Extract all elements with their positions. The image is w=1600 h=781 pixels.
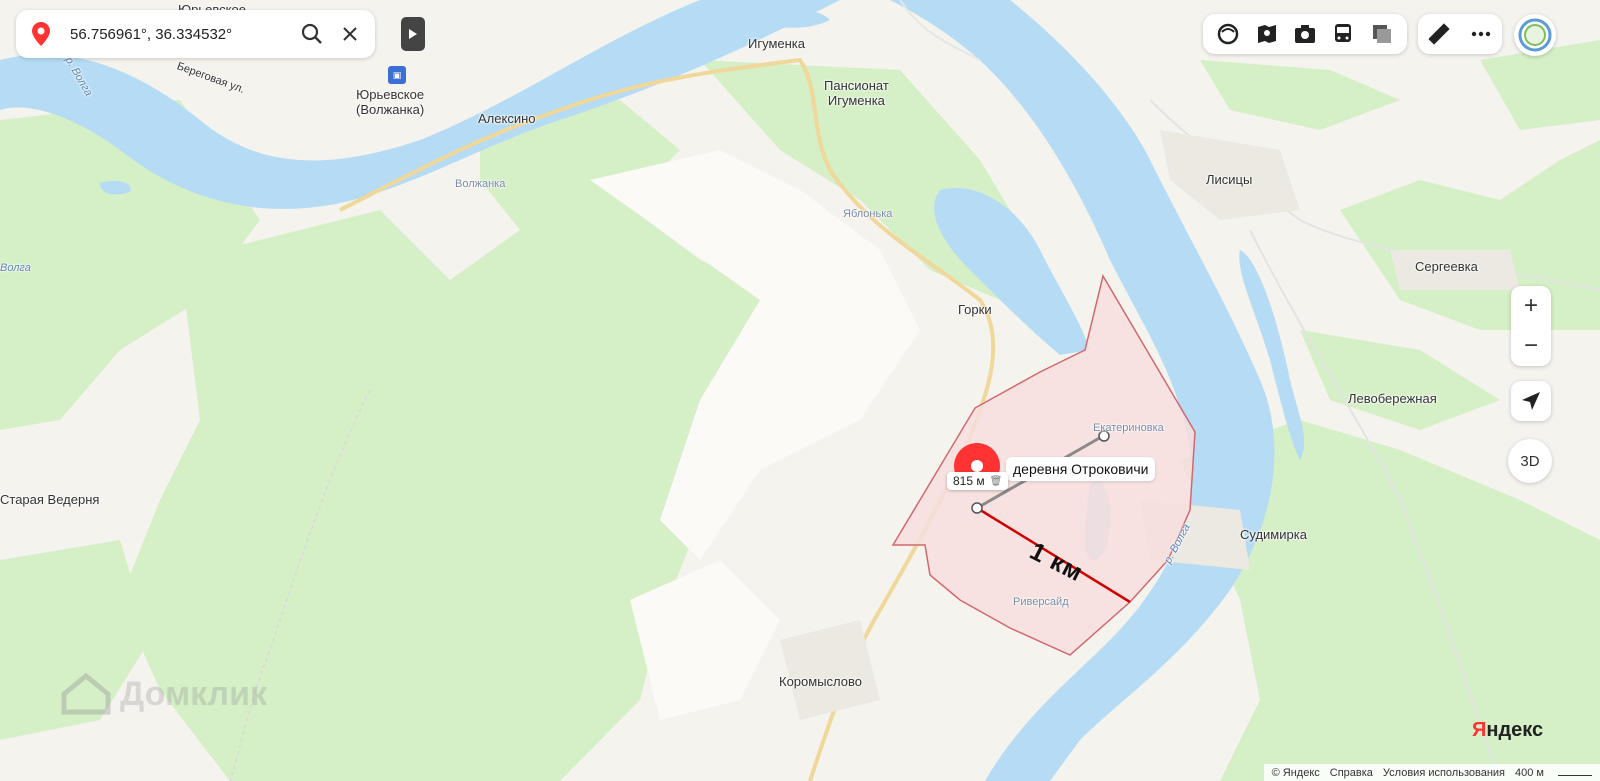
map-tools-toolbar xyxy=(1418,14,1502,54)
locate-me-button[interactable] xyxy=(1511,381,1551,421)
scale-indicator: 400 м xyxy=(1515,766,1544,779)
locate-arrow-icon xyxy=(1522,392,1540,410)
coordinates-input[interactable]: 56.756961°, 36.334532° xyxy=(70,26,293,43)
place-label-yablonka: Яблонька xyxy=(843,208,893,220)
layers-icon[interactable] xyxy=(1213,19,1243,49)
copyright-link[interactable]: © Яндекс xyxy=(1272,767,1320,779)
user-avatar-icon[interactable] xyxy=(1514,14,1556,56)
camera-icon[interactable] xyxy=(1290,19,1320,49)
place-label-pansionat: Пансионат Игуменка xyxy=(824,78,889,108)
place-label-koromyslovo: Коромыслово xyxy=(779,674,862,689)
place-label-igumenka: Игуменка xyxy=(748,36,805,51)
close-icon[interactable] xyxy=(331,15,369,53)
yandex-logo[interactable]: Яндекс xyxy=(1472,719,1543,742)
place-label-sudimirka: Судимирка xyxy=(1240,527,1307,542)
measure-distance-text: 815 м xyxy=(953,474,985,488)
place-label-lisitsy: Лисицы xyxy=(1206,172,1253,187)
place-label-riversaid: Риверсайд xyxy=(1013,596,1069,608)
place-label-gorki: Горки xyxy=(958,302,992,317)
scale-bar xyxy=(1558,769,1592,776)
water-label-volga-left: Волга xyxy=(0,262,31,274)
place-label-sergeevka: Сергеевка xyxy=(1415,259,1478,274)
help-link[interactable]: Справка xyxy=(1330,767,1373,779)
map-footer: © Яндекс Справка Условия использования 4… xyxy=(1263,764,1600,781)
watermark-text: Домклик xyxy=(120,674,268,713)
trash-icon[interactable]: 🗑 xyxy=(990,476,1003,487)
place-label-yuryevskoe: Юрьевское (Волжанка) xyxy=(356,87,425,117)
zoom-controls: + − xyxy=(1511,286,1551,366)
more-icon[interactable] xyxy=(1466,19,1496,49)
play-icon[interactable] xyxy=(401,17,425,51)
bus-icon[interactable] xyxy=(1328,19,1358,49)
place-label-aleksino: Алексино xyxy=(478,111,536,126)
place-label-staraya-vederna: Старая Ведерня xyxy=(0,492,100,507)
terms-link[interactable]: Условия использования xyxy=(1383,767,1505,779)
zoom-in-button[interactable]: + xyxy=(1511,286,1551,326)
traffic-icon[interactable] xyxy=(1367,19,1397,49)
place-label-volzhanka: Волжанка xyxy=(455,178,506,190)
3d-toggle-button[interactable]: 3D xyxy=(1508,439,1552,483)
measure-distance-label[interactable]: 815 м 🗑 xyxy=(947,472,1009,490)
measure-point-start[interactable] xyxy=(971,502,983,514)
map-pin-icon xyxy=(22,15,60,53)
yandex-logo-y: Я xyxy=(1472,719,1487,741)
selected-place-label[interactable]: деревня Отроковичи xyxy=(1006,457,1156,481)
bus-stop-icon[interactable]: ▣ xyxy=(388,66,406,84)
panorama-icon[interactable] xyxy=(1252,19,1282,49)
search-icon[interactable] xyxy=(293,15,331,53)
ruler-icon[interactable] xyxy=(1424,19,1454,49)
yandex-logo-rest: ндекс xyxy=(1486,719,1544,741)
zoom-out-button[interactable]: − xyxy=(1511,326,1551,366)
place-label-levoberezhnaya: Левобережная xyxy=(1348,391,1437,406)
domclick-watermark: Домклик xyxy=(60,672,267,716)
house-logo-icon xyxy=(61,672,111,715)
map-layers-toolbar xyxy=(1203,14,1407,54)
place-label-ekaterinovka: Екатериновка xyxy=(1093,422,1164,434)
coordinates-search-panel: 56.756961°, 36.334532° xyxy=(16,10,375,58)
